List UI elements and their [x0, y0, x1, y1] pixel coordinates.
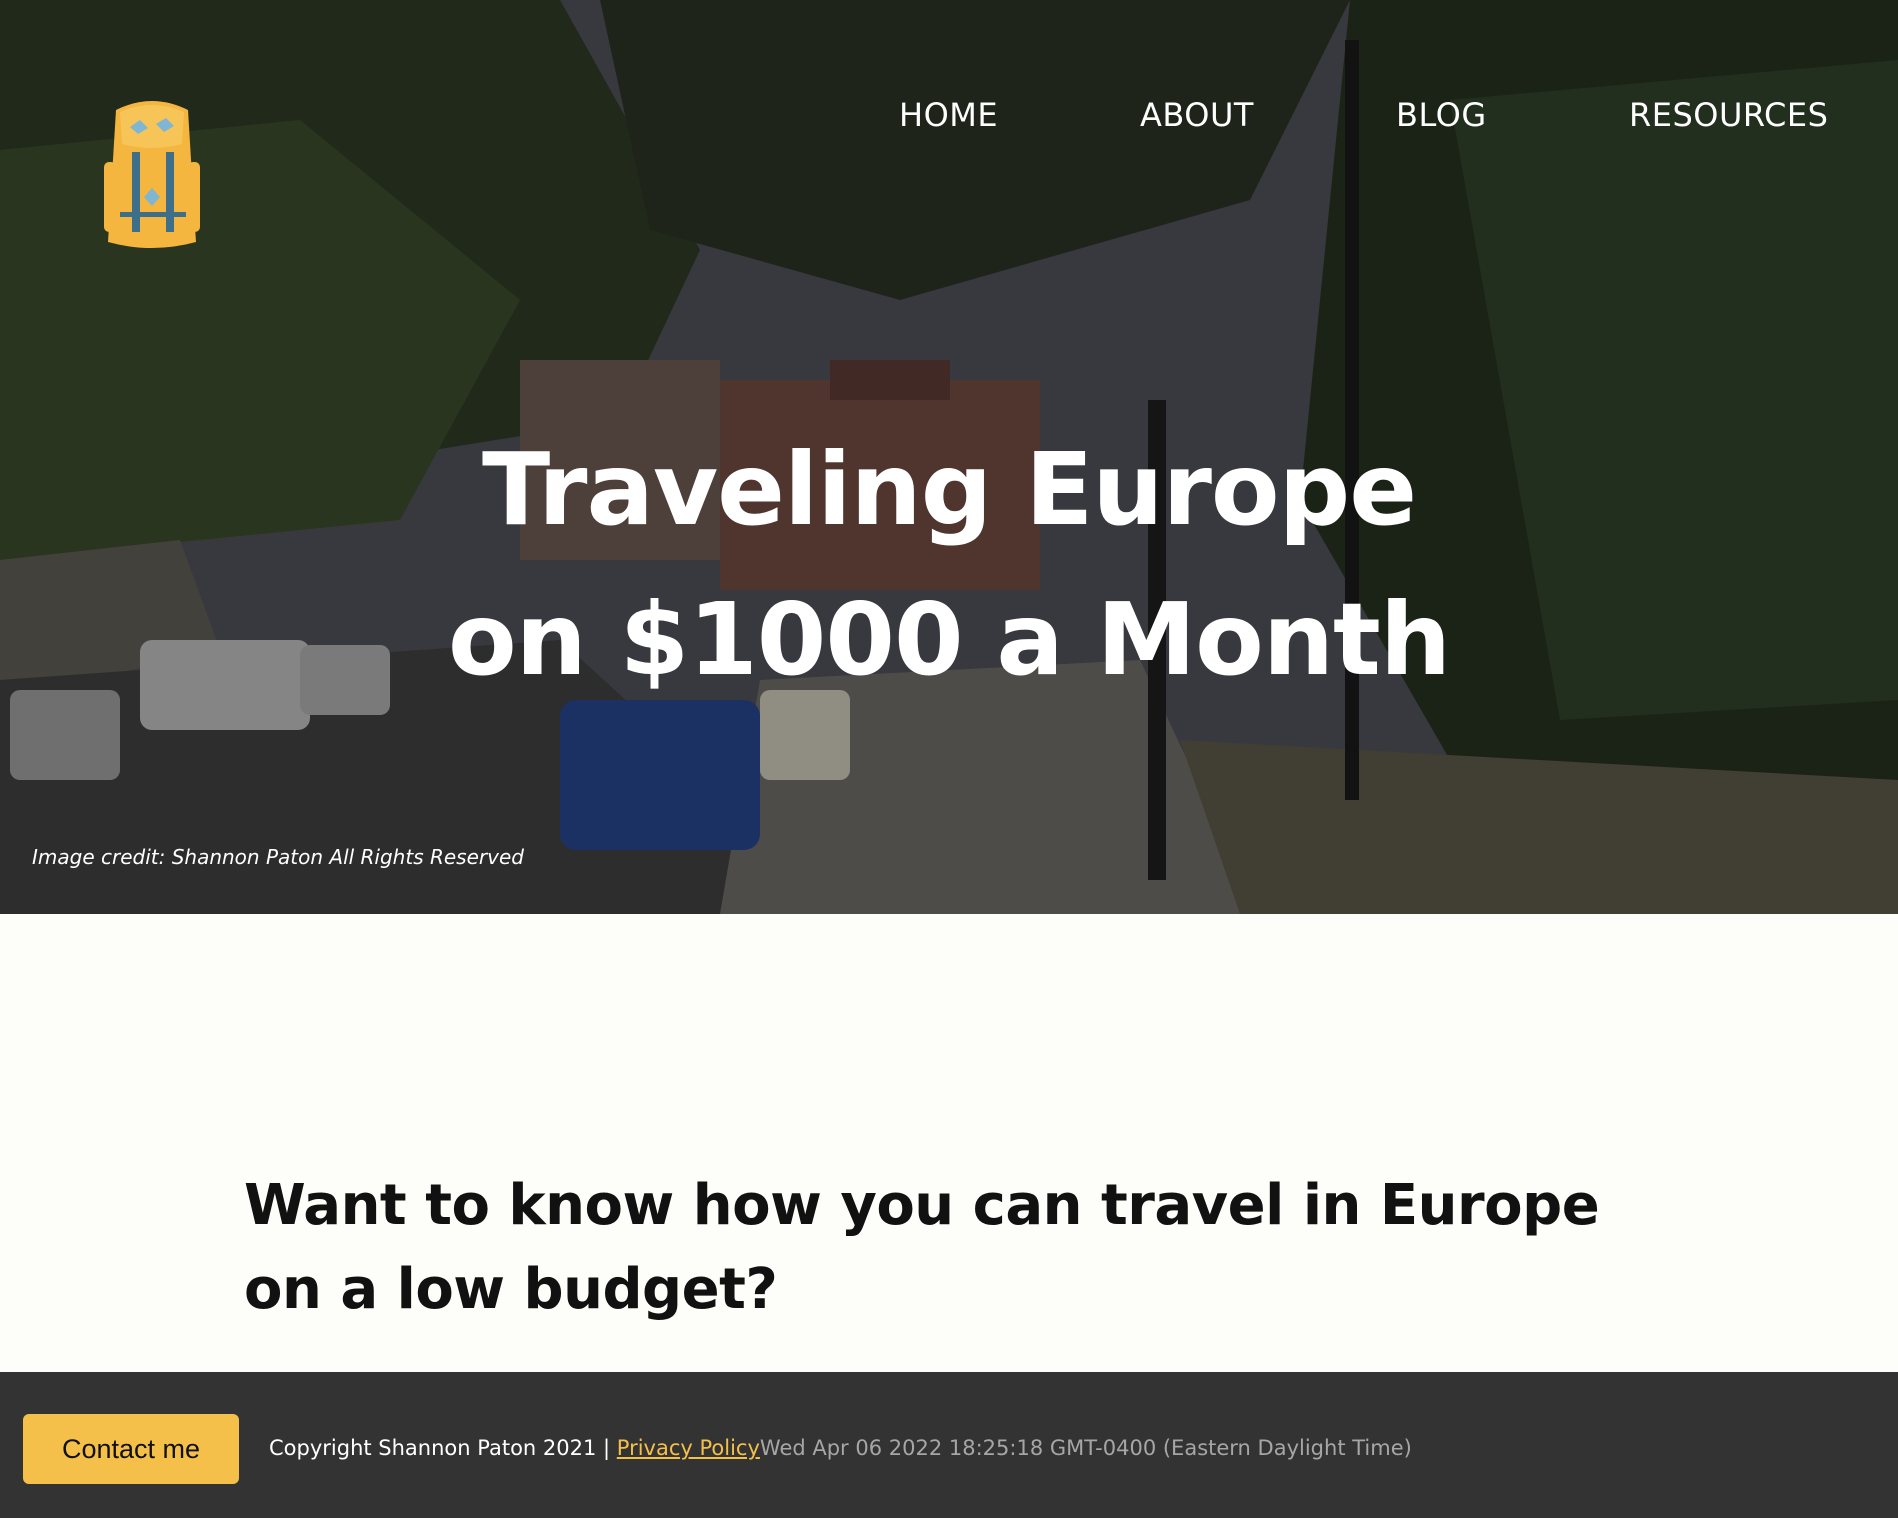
hero-banner: HOME ABOUT BLOG RESOURCES Traveling Euro…	[0, 0, 1898, 914]
date-text: Wed Apr 06 2022 18:25:18 GMT-0400 (Easte…	[759, 1436, 1412, 1460]
hero-title-line1: Traveling Europe	[481, 431, 1417, 548]
lead-heading: Want to know how you can travel in Europ…	[244, 1173, 1600, 1322]
hero-title-line2: on $1000 a Month	[447, 581, 1451, 698]
copyright-text: Copyright Shannon Paton 2021 |	[269, 1436, 617, 1460]
main-nav: HOME ABOUT BLOG RESOURCES	[0, 96, 1898, 140]
footer-text: Copyright Shannon Paton 2021 | Privacy P…	[269, 1436, 1412, 1460]
nav-resources[interactable]: RESOURCES	[1629, 96, 1828, 134]
contact-me-button[interactable]: Contact me	[23, 1414, 239, 1484]
privacy-policy-link[interactable]: Privacy Policy	[617, 1436, 760, 1460]
nav-about[interactable]: ABOUT	[1140, 96, 1254, 134]
hero-title: Traveling Europe on $1000 a Month	[380, 415, 1518, 715]
footer: Contact me Copyright Shannon Paton 2021 …	[0, 1372, 1898, 1518]
nav-home[interactable]: HOME	[899, 96, 998, 134]
nav-blog[interactable]: BLOG	[1396, 96, 1487, 134]
image-credit: Image credit: Shannon Paton All Rights R…	[32, 845, 524, 869]
main-content: Want to know how you can travel in Europ…	[0, 914, 1898, 1372]
